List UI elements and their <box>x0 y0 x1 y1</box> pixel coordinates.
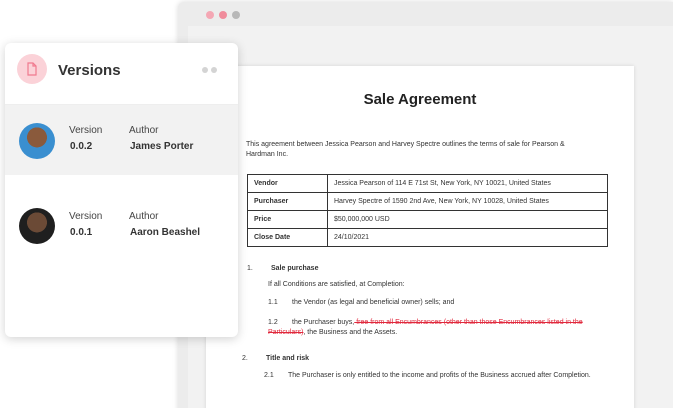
version-row-0-0-2[interactable]: Version Author 0.0.2 James Porter <box>5 105 238 175</box>
table-value: Harvey Spectre of 1590 2nd Ave, New York… <box>327 192 608 211</box>
table-value: 24/10/2021 <box>327 228 608 247</box>
versions-panel-header: Versions <box>5 43 238 105</box>
table-row: Purchaser Harvey Spectre of 1590 2nd Ave… <box>247 192 608 211</box>
author-label: Author <box>129 211 159 222</box>
table-key: Close Date <box>247 228 328 247</box>
terms-table: Vendor Jessica Pearson of 114 E 71st St,… <box>247 174 608 247</box>
version-number: 0.0.1 <box>70 227 93 238</box>
window-titlebar <box>178 2 673 26</box>
versions-title: Versions <box>58 62 121 79</box>
version-row-0-0-1[interactable]: Version Author 0.0.1 Aaron Beashel <box>5 191 238 261</box>
version-label: Version <box>69 211 103 222</box>
document-intro: This agreement between Jessica Pearson a… <box>246 141 565 158</box>
section-1-intro: If all Conditions are satisfied, at Comp… <box>268 281 405 288</box>
avatar <box>19 208 55 244</box>
section-1-heading: 1. Sale purchase <box>247 264 318 274</box>
table-row: Vendor Jessica Pearson of 114 E 71st St,… <box>247 174 608 193</box>
clause-text: , the Business and the Assets. <box>303 329 398 336</box>
avatar <box>19 123 55 159</box>
document-icon <box>17 54 47 84</box>
table-key: Price <box>247 210 328 229</box>
section-title: Sale purchase <box>271 265 319 272</box>
version-number: 0.0.2 <box>70 141 93 152</box>
clause-text: the Purchaser buys, <box>292 319 355 326</box>
section-number: 2. <box>242 355 248 362</box>
table-value: Jessica Pearson of 114 E 71st St, New Yo… <box>327 174 608 193</box>
clause-2-1: 2.1 The Purchaser is only entitled to the… <box>264 371 591 381</box>
section-2-heading: 2. Title and risk <box>242 354 309 364</box>
versions-panel: Versions Version Author 0.0.2 James Port… <box>5 43 238 337</box>
more-options-icon[interactable] <box>202 67 217 73</box>
window-minimize-dot[interactable] <box>219 11 227 19</box>
document-title: Sale Agreement <box>363 91 477 108</box>
clause-number: 1.1 <box>268 299 278 306</box>
section-title: Title and risk <box>266 355 310 362</box>
author-name: James Porter <box>130 141 194 152</box>
author-name: Aaron Beashel <box>130 227 201 238</box>
table-row: Close Date 24/10/2021 <box>247 228 608 247</box>
window-close-dot[interactable] <box>206 11 214 19</box>
version-label: Version <box>69 125 103 136</box>
section-number: 1. <box>247 265 253 272</box>
window-maximize-dot[interactable] <box>232 11 240 19</box>
table-row: Price $50,000,000 USD <box>247 210 608 229</box>
clause-1-1: 1.1 the Vendor (as legal and beneficial o… <box>268 298 454 308</box>
clause-number: 1.2 <box>268 319 278 326</box>
table-key: Purchaser <box>247 192 328 211</box>
table-value: $50,000,000 USD <box>327 210 608 229</box>
author-label: Author <box>129 125 159 136</box>
clause-text: the Vendor (as legal and beneficial owne… <box>292 299 455 306</box>
clause-text: The Purchaser is only entitled to the in… <box>288 372 591 379</box>
clause-1-2: 1.2 the Purchaser buys, free from all Enc… <box>268 318 588 338</box>
table-key: Vendor <box>247 174 328 193</box>
clause-number: 2.1 <box>264 372 274 379</box>
document-page: Sale Agreement This agreement between Je… <box>206 66 634 408</box>
